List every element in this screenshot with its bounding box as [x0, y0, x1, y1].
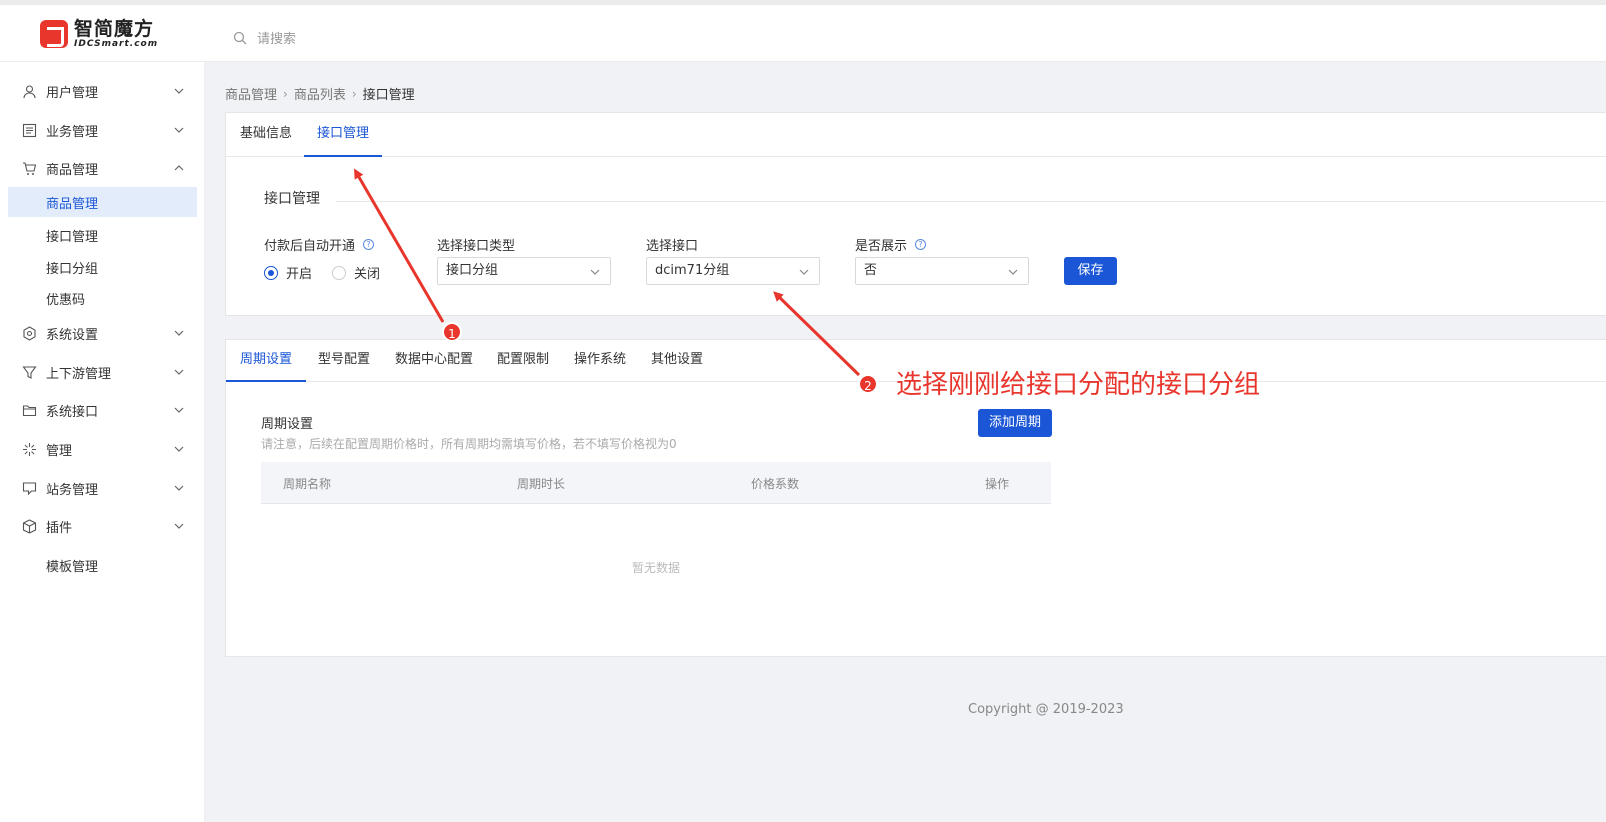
brand-sub: IDCSmart.com — [74, 39, 159, 49]
chat-icon — [22, 481, 37, 495]
show-select[interactable]: 否 — [855, 257, 1029, 285]
chevron-down-icon — [590, 269, 600, 275]
tab-basic-info[interactable]: 基础信息 — [240, 113, 292, 157]
search-icon — [233, 31, 247, 44]
sidebar-item-products[interactable]: 商品管理 — [0, 153, 205, 183]
sidebar-item-business[interactable]: 业务管理 — [0, 115, 205, 145]
breadcrumb-separator-icon: › — [351, 86, 357, 101]
chevron-down-icon — [174, 330, 184, 336]
main-content: 商品管理 › 商品列表 › 接口管理 基础信息 接口管理 接口管理 付款后自动开… — [205, 62, 1606, 822]
chevron-down-icon — [174, 369, 184, 375]
logo-mark-icon — [40, 20, 68, 48]
auto-open-radio-group: 开启 关闭 — [264, 263, 380, 282]
list-icon — [22, 123, 37, 137]
interface-select[interactable]: dcim71分组 — [646, 257, 820, 285]
interface-type-select[interactable]: 接口分组 — [437, 257, 611, 285]
tab-config-limit[interactable]: 配置限制 — [497, 340, 549, 382]
section-divider — [336, 201, 1606, 202]
chevron-down-icon — [1008, 269, 1018, 275]
top-header: 智简魔方 IDCSmart.com 请搜索 — [0, 0, 1606, 62]
cart-icon — [23, 161, 37, 175]
breadcrumb-item[interactable]: 商品列表 — [294, 84, 346, 103]
tab-period-settings[interactable]: 周期设置 — [226, 340, 307, 382]
top-tabs: 基础信息 接口管理 — [226, 113, 1606, 157]
sidebar-subitem-coupon[interactable]: 优惠码 — [8, 283, 197, 313]
column-header: 操作 — [985, 477, 1010, 491]
tab-model-config[interactable]: 型号配置 — [318, 340, 370, 382]
period-title: 周期设置 — [261, 417, 314, 432]
search-input[interactable]: 请搜索 — [233, 28, 296, 47]
chevron-down-icon — [174, 523, 184, 529]
user-icon — [23, 84, 36, 98]
help-icon[interactable]: ? — [915, 239, 927, 250]
sidebar-item-users[interactable]: 用户管理 — [0, 76, 205, 106]
search-placeholder: 请搜索 — [257, 32, 297, 47]
chevron-down-icon — [174, 485, 184, 491]
section-title: 接口管理 — [264, 191, 320, 207]
breadcrumb-current: 接口管理 — [362, 88, 415, 103]
chevron-down-icon — [174, 127, 184, 133]
tab-datacenter-config[interactable]: 数据中心配置 — [395, 340, 473, 382]
settings-icon — [23, 325, 36, 341]
sidebar-item-manage[interactable]: 管理 — [0, 434, 205, 464]
chevron-up-icon — [174, 165, 184, 171]
filter-icon — [22, 365, 37, 379]
chevron-down-icon — [174, 446, 184, 452]
tab-interface-management[interactable]: 接口管理 — [304, 113, 383, 157]
interface-label: 选择接口 — [646, 239, 699, 254]
period-note: 请注意，后续在配置周期价格时，所有周期均需填写价格，若不填写价格视为0 — [261, 437, 677, 451]
copyright: Copyright @ 2019-2023 — [968, 702, 1124, 717]
tab-os[interactable]: 操作系统 — [574, 340, 626, 382]
sparkle-icon — [23, 442, 36, 456]
interface-card: 基础信息 接口管理 接口管理 付款后自动开通 ? 开启 关闭 选择接口类型 接口… — [225, 112, 1606, 316]
save-button[interactable]: 保存 — [1064, 257, 1117, 285]
sidebar-item-upstream[interactable]: 上下游管理 — [0, 357, 205, 387]
sidebar-item-template-management[interactable]: 模板管理 — [8, 550, 197, 580]
sidebar-subitem-interface-group[interactable]: 接口分组 — [8, 252, 197, 282]
show-label: 是否展示 ? — [855, 235, 927, 254]
help-icon[interactable]: ? — [363, 239, 375, 250]
folder-icon — [22, 404, 37, 416]
breadcrumb: 商品管理 › 商品列表 › 接口管理 — [225, 84, 415, 104]
radio-off[interactable] — [332, 265, 347, 280]
brand-name: 智简魔方 — [74, 18, 155, 40]
table-header: 周期名称 周期时长 价格系数 操作 — [261, 462, 1051, 504]
add-period-button[interactable]: 添加周期 — [978, 409, 1052, 437]
chevron-down-icon — [799, 269, 809, 275]
empty-state: 暂无数据 — [632, 561, 681, 575]
radio-on-label[interactable]: 开启 — [286, 263, 312, 282]
radio-on[interactable] — [264, 265, 278, 280]
annotation-badge-2: 2 — [858, 374, 878, 394]
annotation-note: 选择刚刚给接口分配的接口分组 — [896, 370, 1261, 400]
column-header: 周期名称 — [283, 477, 332, 491]
sidebar-item-system-interface[interactable]: 系统接口 — [0, 395, 205, 425]
type-label: 选择接口类型 — [437, 239, 516, 254]
chevron-down-icon — [174, 88, 184, 94]
radio-off-label[interactable]: 关闭 — [354, 263, 380, 282]
brand-logo[interactable]: 智简魔方 IDCSmart.com — [40, 19, 158, 49]
sidebar-item-system-settings[interactable]: 系统设置 — [0, 318, 205, 348]
tab-other-settings[interactable]: 其他设置 — [651, 340, 703, 382]
sidebar-item-plugins[interactable]: 插件 — [0, 511, 205, 541]
column-header: 周期时长 — [517, 477, 566, 491]
breadcrumb-item[interactable]: 商品管理 — [225, 84, 277, 103]
auto-open-label: 付款后自动开通 ? — [264, 235, 375, 254]
sidebar-subitem-interface-management[interactable]: 接口管理 — [8, 220, 197, 250]
breadcrumb-separator-icon: › — [283, 86, 288, 101]
sidebar-item-station[interactable]: 站务管理 — [0, 473, 205, 503]
annotation-badge-1: 1 — [442, 322, 462, 342]
sidebar: 用户管理 业务管理 商品管理 商品管理 接口管理 接口分组 优惠码 系统设置 上… — [0, 62, 205, 822]
chevron-down-icon — [174, 407, 184, 413]
cube-icon — [22, 518, 37, 534]
sidebar-subitem-product-management[interactable]: 商品管理 — [8, 187, 197, 217]
column-header: 价格系数 — [751, 477, 800, 491]
